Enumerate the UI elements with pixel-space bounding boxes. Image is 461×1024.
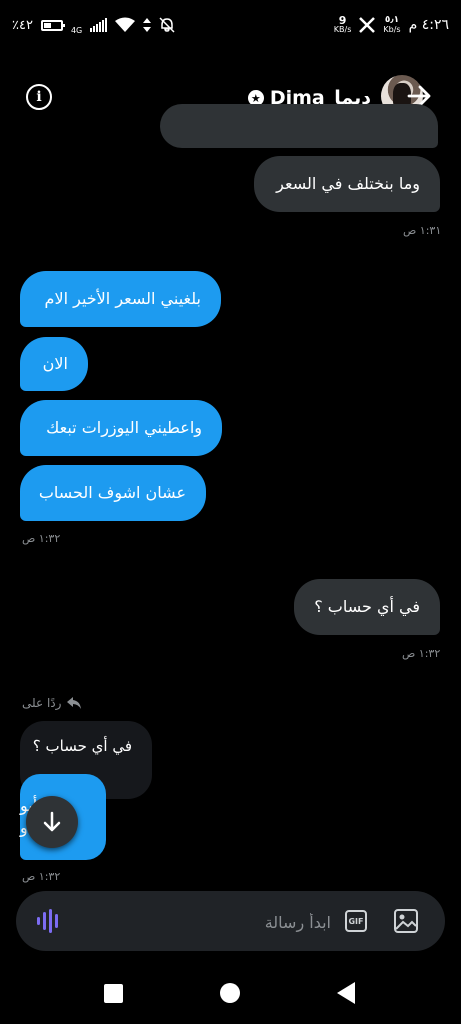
wifi-icon bbox=[115, 17, 136, 32]
message-time: ١:٣٢ ص bbox=[402, 647, 441, 660]
message-time: ١:٣٢ ص bbox=[22, 870, 61, 883]
notifications-off-icon bbox=[159, 17, 175, 33]
scroll-to-bottom-button[interactable] bbox=[26, 796, 78, 848]
home-icon[interactable] bbox=[220, 983, 240, 1003]
image-icon[interactable] bbox=[393, 908, 419, 934]
dm-screen: ٪٤٢ 4G 9 KB/s ٥٫١ Kb/s ٤:٢٦ م i ★ Dima_ديم bbox=[0, 0, 461, 1024]
message-bubble[interactable]: واعطيني اليوزرات تبعك bbox=[20, 400, 222, 456]
status-right: 9 KB/s ٥٫١ Kb/s ٤:٢٦ م bbox=[333, 14, 449, 35]
message-composer: GIF bbox=[16, 891, 445, 951]
message-bubble[interactable]: الان bbox=[20, 337, 88, 391]
reply-indicator: ردًا على bbox=[22, 696, 82, 710]
clock: ٤:٢٦ م bbox=[408, 17, 449, 33]
nav-back-icon[interactable] bbox=[337, 982, 355, 1004]
info-icon[interactable]: i bbox=[26, 84, 52, 110]
recent-apps-icon[interactable] bbox=[104, 984, 123, 1003]
reply-icon bbox=[67, 697, 82, 709]
battery-percent: ٪٤٢ bbox=[12, 17, 33, 33]
system-nav-bar bbox=[0, 962, 461, 1024]
message-time: ١:٣٢ ص bbox=[22, 532, 61, 545]
gif-button[interactable]: GIF bbox=[345, 910, 367, 932]
message-bubble[interactable]: في أي حساب ؟ bbox=[294, 579, 440, 635]
message-bubble[interactable]: عشان اشوف الحساب bbox=[20, 465, 206, 521]
message-time: ١:٣١ ص bbox=[403, 224, 442, 237]
network-type: 4G bbox=[70, 25, 83, 35]
arrow-down-icon bbox=[43, 811, 61, 832]
message-bubble[interactable]: بلغيني السعر الأخير الام bbox=[20, 271, 221, 327]
upload-speed: ٥٫١ Kb/s bbox=[383, 15, 401, 35]
x-logo-icon bbox=[359, 17, 376, 33]
signal-icon bbox=[90, 18, 108, 32]
battery-icon bbox=[40, 19, 65, 31]
status-bar: ٪٤٢ 4G 9 KB/s ٥٫١ Kb/s ٤:٢٦ م bbox=[0, 0, 461, 50]
message-list[interactable]: وما بنختلف في السعر ١:٣١ ص بلغيني السعر … bbox=[0, 104, 461, 884]
message-input[interactable] bbox=[129, 905, 333, 939]
status-left: ٪٤٢ 4G bbox=[12, 16, 175, 35]
voice-message-icon[interactable] bbox=[36, 909, 62, 933]
message-bubble[interactable]: وما بنختلف في السعر bbox=[254, 156, 440, 212]
message-bubble-partial bbox=[160, 104, 438, 148]
data-arrows-icon bbox=[143, 18, 152, 32]
download-speed: 9 KB/s bbox=[333, 14, 352, 34]
